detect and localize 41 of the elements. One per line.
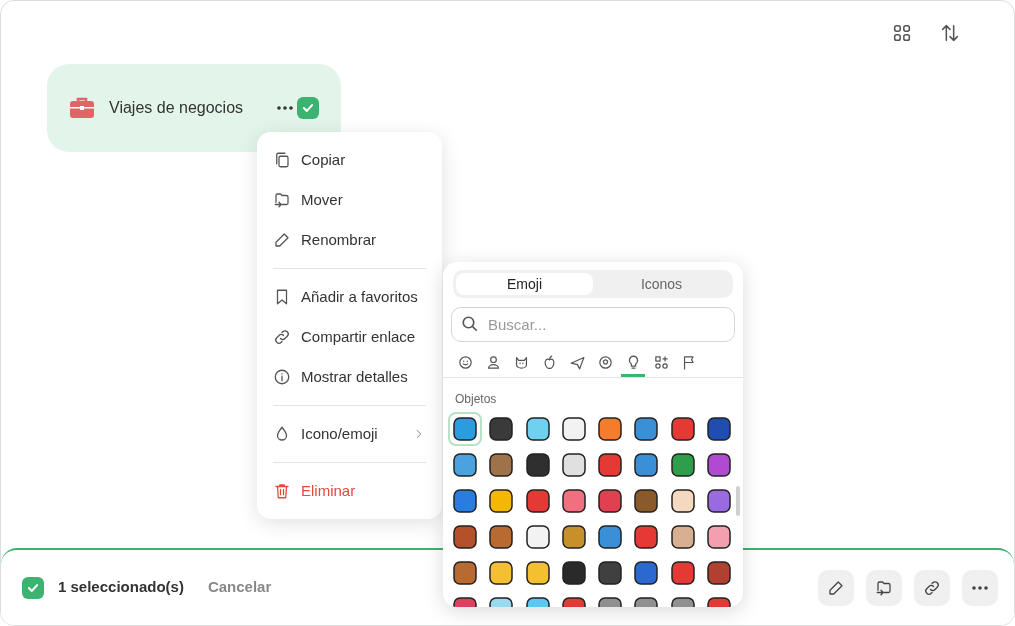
shapes-icon xyxy=(652,354,670,371)
menu-item[interactable]: Eliminar xyxy=(273,471,426,511)
checkbox[interactable] xyxy=(22,576,44,599)
trash-icon xyxy=(273,482,291,500)
smiley-icon xyxy=(456,354,474,371)
copy-icon xyxy=(273,151,291,169)
menu-item[interactable]: Compartir enlace xyxy=(273,317,426,357)
search-icon xyxy=(461,315,479,333)
grid-icon xyxy=(891,22,913,44)
cancel-link[interactable]: Cancelar xyxy=(207,576,272,599)
menu-item[interactable]: Renombrar xyxy=(273,220,426,260)
tab[interactable]: Emoji xyxy=(456,273,593,295)
plane-icon xyxy=(568,354,586,371)
more-icon xyxy=(277,106,293,110)
more-icon xyxy=(972,585,988,590)
pencil-icon xyxy=(827,578,845,597)
menu-item[interactable]: Añadir a favoritos xyxy=(273,277,426,317)
selection-count: 1 seleccionado(s) xyxy=(58,577,184,598)
info-icon xyxy=(273,368,291,386)
pencil-button[interactable] xyxy=(818,569,854,606)
folder-name: Viajes de negocios xyxy=(109,98,244,118)
sort-icon xyxy=(939,22,961,44)
folder-arrow-icon xyxy=(273,191,291,209)
checkbox[interactable] xyxy=(297,97,319,119)
pencil-icon xyxy=(273,231,291,249)
link-icon xyxy=(273,328,291,346)
link-button[interactable] xyxy=(914,569,950,606)
checkmark-icon xyxy=(301,101,315,115)
folder-card[interactable]: Viajes de negocios xyxy=(47,64,341,152)
link-icon xyxy=(923,578,941,597)
menu-item[interactable]: Mover xyxy=(273,180,426,220)
folder-arrow-button[interactable] xyxy=(866,569,902,606)
menu-item[interactable]: Icono/emoji xyxy=(273,414,426,454)
ball-icon xyxy=(596,354,614,371)
scrollbar xyxy=(736,486,740,516)
tab[interactable]: Iconos xyxy=(593,273,730,295)
more-button[interactable] xyxy=(962,569,998,606)
folder-arrow-icon xyxy=(875,578,893,597)
menu-item[interactable]: Mostrar detalles xyxy=(273,357,426,397)
search-field[interactable]: Buscar... xyxy=(451,307,735,342)
section-title: Objetos xyxy=(454,391,498,408)
